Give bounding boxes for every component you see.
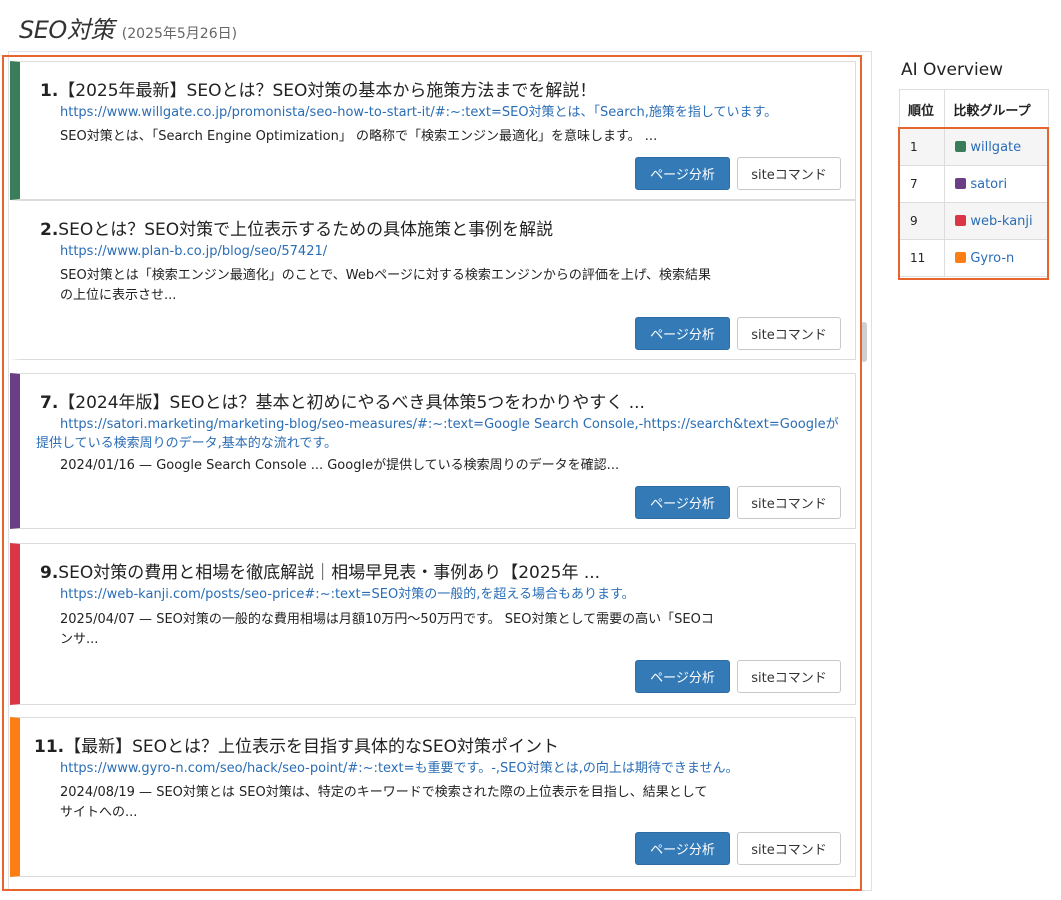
result-title-text[interactable]: SEO対策の費用と相場を徹底解説｜相場早見表・事例あり【2025年 ... [58, 563, 600, 583]
result-url[interactable]: https://web-kanji.com/posts/seo-price#:~… [60, 585, 841, 604]
result-snippet: SEO対策とは、「Search Engine Optimization」 の略称… [60, 129, 658, 144]
color-swatch-icon [955, 251, 967, 263]
rank-cell: 11 [898, 239, 946, 277]
result-title-text[interactable]: 【最新】SEOとは？上位表示を目指す具体的なSEO対策ポイント [64, 737, 559, 757]
result-title[interactable]: 9.SEO対策の費用と相場を徹底解説｜相場早見表・事例あり【2025年 ... [40, 558, 600, 583]
page-analysis-button[interactable]: ページ分析 [635, 486, 730, 519]
group-cell[interactable]: willgate [944, 128, 1049, 166]
result-actions: ページ分析 siteコマンド [635, 317, 841, 350]
page-header: SEO対策 (2025年5月26日) [19, 10, 237, 44]
site-command-button[interactable]: siteコマンド [737, 317, 841, 350]
table-row: 1 willgate [898, 128, 1049, 166]
result-actions: ページ分析 siteコマンド [635, 832, 841, 865]
result-url[interactable]: https://satori.marketing/marketing-blog/… [36, 415, 841, 453]
result-actions: ページ分析 siteコマンド [635, 660, 841, 693]
result-card: 2.SEOとは？SEO対策で上位表示するための具体施策と事例を解説 https:… [10, 200, 856, 360]
color-swatch-icon [955, 177, 967, 189]
result-actions: ページ分析 siteコマンド [635, 157, 841, 190]
page-analysis-button[interactable]: ページ分析 [635, 157, 730, 190]
result-rank: 9. [40, 563, 59, 583]
result-url[interactable]: https://www.gyro-n.com/seo/hack/seo-poin… [60, 759, 841, 778]
result-title[interactable]: 2.SEOとは？SEO対策で上位表示するための具体施策と事例を解説 [40, 215, 553, 240]
group-cell[interactable]: web-kanji [944, 202, 1049, 240]
result-title-text[interactable]: SEOとは？SEO対策で上位表示するための具体施策と事例を解説 [58, 220, 553, 240]
color-swatch-icon [955, 214, 967, 226]
ai-overview-title: AI Overview [901, 60, 1004, 80]
group-link[interactable]: web-kanji [970, 214, 1032, 229]
page-analysis-button[interactable]: ページ分析 [635, 832, 730, 865]
ai-overview-table: 順位 比較グループ 1 willgate 7 satori 9 web-kanj… [898, 89, 1049, 277]
table-row: 7 satori [898, 165, 1049, 203]
rank-cell: 9 [898, 202, 946, 240]
page-analysis-button[interactable]: ページ分析 [635, 317, 730, 350]
result-url[interactable]: https://www.plan-b.co.jp/blog/seo/57421/ [60, 242, 841, 261]
result-snippet: SEO対策とは「検索エンジン最適化」のことで、Webページに対する検索エンジンか… [60, 268, 711, 303]
table-row: 11 Gyro-n [898, 239, 1049, 277]
result-title-text[interactable]: 【2024年版】SEOとは？基本と初めにやるべき具体策5つをわかりやすく ... [58, 393, 645, 413]
group-link[interactable]: satori [970, 177, 1007, 192]
result-title-text[interactable]: 【2025年最新】SEOとは？SEO対策の基本から施策方法までを解説！ [58, 81, 596, 101]
group-link[interactable]: willgate [970, 140, 1021, 155]
result-card: 9.SEO対策の費用と相場を徹底解説｜相場早見表・事例あり【2025年 ... … [10, 543, 856, 705]
result-card: 1.【2025年最新】SEOとは？SEO対策の基本から施策方法までを解説！ ht… [10, 61, 856, 200]
rank-column-header[interactable]: 順位 [898, 89, 946, 129]
site-command-button[interactable]: siteコマンド [737, 157, 841, 190]
result-rank: 11. [34, 737, 65, 757]
result-url[interactable]: https://www.willgate.co.jp/promonista/se… [60, 103, 841, 122]
result-title[interactable]: 11.【最新】SEOとは？上位表示を目指す具体的なSEO対策ポイント [34, 732, 559, 757]
result-actions: ページ分析 siteコマンド [635, 486, 841, 519]
result-rank: 1. [40, 81, 59, 101]
result-snippet: 2024/01/16 — Google Search Console ... G… [60, 458, 620, 473]
rank-cell: 7 [898, 165, 946, 203]
table-row: 9 web-kanji [898, 202, 1049, 240]
results-scrollbar[interactable] [861, 322, 867, 362]
group-cell[interactable]: Gyro-n [944, 239, 1049, 277]
rank-cell: 1 [898, 128, 946, 166]
page-title: SEO対策 [19, 16, 114, 44]
page-analysis-button[interactable]: ページ分析 [635, 660, 730, 693]
group-cell[interactable]: satori [944, 165, 1049, 203]
result-card: 7.【2024年版】SEOとは？基本と初めにやるべき具体策5つをわかりやすく .… [10, 373, 856, 529]
result-card: 11.【最新】SEOとは？上位表示を目指す具体的なSEO対策ポイント https… [10, 717, 856, 877]
result-title[interactable]: 7.【2024年版】SEOとは？基本と初めにやるべき具体策5つをわかりやすく .… [40, 388, 645, 413]
result-rank: 2. [40, 220, 59, 240]
result-title[interactable]: 1.【2025年最新】SEOとは？SEO対策の基本から施策方法までを解説！ [40, 76, 596, 101]
result-snippet: 2025/04/07 — SEO対策の一般的な費用相場は月額10万円〜50万円で… [60, 612, 714, 647]
page-date: (2025年5月26日) [121, 26, 238, 42]
result-snippet: 2024/08/19 — SEO対策とは SEO対策は、特定のキーワードで検索さ… [60, 785, 708, 820]
group-column-header[interactable]: 比較グループ [944, 89, 1049, 129]
color-swatch-icon [955, 140, 967, 152]
site-command-button[interactable]: siteコマンド [737, 660, 841, 693]
group-link[interactable]: Gyro-n [970, 251, 1014, 266]
result-rank: 7. [40, 393, 59, 413]
site-command-button[interactable]: siteコマンド [737, 486, 841, 519]
site-command-button[interactable]: siteコマンド [737, 832, 841, 865]
